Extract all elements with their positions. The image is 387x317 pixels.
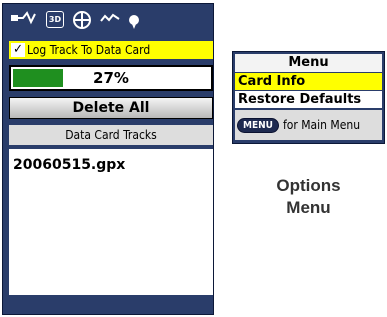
elevation-icon[interactable] bbox=[100, 10, 120, 29]
progress-label: 27% bbox=[93, 69, 129, 87]
menu-item-restore-defaults[interactable]: Restore Defaults bbox=[235, 91, 382, 108]
caption-line-2: Menu bbox=[286, 198, 331, 217]
menu-footer-text: for Main Menu bbox=[282, 118, 361, 132]
log-track-label: Log Track To Data Card bbox=[27, 43, 151, 57]
options-menu-popup: Menu Card Info Restore Defaults MENU for… bbox=[232, 51, 385, 144]
menu-footer-hint: MENU for Main Menu bbox=[235, 110, 382, 140]
card-usage-progress: 27% bbox=[9, 65, 213, 91]
menu-key-icon: MENU bbox=[237, 117, 279, 133]
menu-title: Menu bbox=[235, 54, 382, 72]
delete-all-button[interactable]: Delete All bbox=[9, 97, 213, 119]
menu-item-card-info[interactable]: Card Info bbox=[235, 73, 382, 90]
compass-icon[interactable] bbox=[73, 10, 91, 29]
list-item[interactable]: 20060515.gpx bbox=[9, 149, 213, 173]
log-track-checkbox-row[interactable]: ✓ Log Track To Data Card bbox=[9, 41, 213, 59]
3d-map-icon[interactable]: 3D bbox=[46, 11, 64, 28]
waypoint-icon[interactable] bbox=[129, 14, 139, 29]
tracks-list-header: Data Card Tracks bbox=[9, 125, 213, 145]
figure-caption: Options Menu bbox=[232, 175, 385, 219]
log-track-checkbox[interactable]: ✓ bbox=[11, 43, 25, 57]
page-toolbar: 3D bbox=[3, 4, 213, 35]
track-log-icon[interactable] bbox=[11, 10, 37, 30]
tracks-list: 20060515.gpx bbox=[9, 149, 213, 295]
caption-line-1: Options bbox=[276, 176, 341, 195]
gps-track-log-screen: 3D ✓ Log Track To Data Card 27% Delete A… bbox=[2, 3, 214, 315]
